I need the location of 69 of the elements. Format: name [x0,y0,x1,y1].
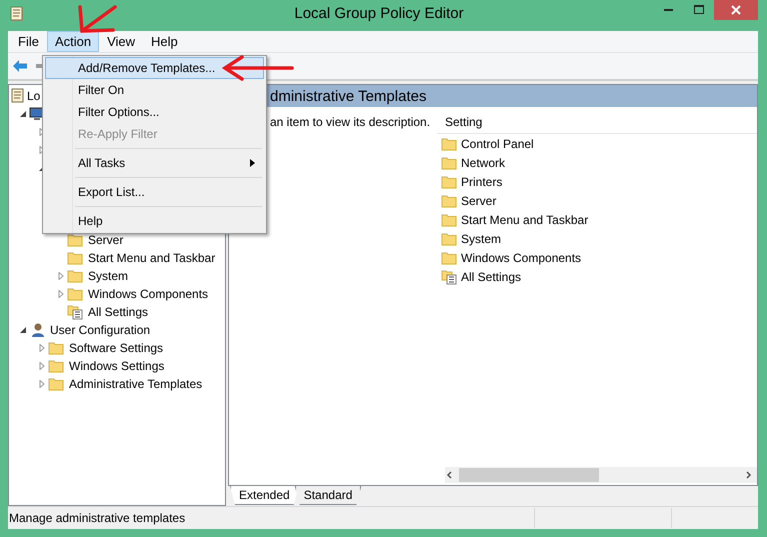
close-icon [731,5,741,15]
tree-item[interactable]: Server [83,233,124,247]
expand-icon[interactable] [38,344,46,352]
folder-icon [441,250,457,264]
settings-list-icon [67,304,83,320]
menu-item[interactable]: View [99,31,144,52]
list-item[interactable]: Network [461,156,506,170]
folder-icon [441,156,457,170]
folder-icon [441,194,457,208]
tree-item[interactable]: Administrative Templates [64,377,202,391]
status-text: Manage administrative templates [8,511,186,525]
column-header[interactable]: Setting [437,111,757,134]
settings-list-icon [441,268,457,284]
tree-item[interactable]: Lo [25,89,40,103]
list-item[interactable]: Windows Components [461,250,582,264]
back-arrow-icon[interactable] [12,59,28,73]
list-item[interactable]: Control Panel [461,136,534,150]
annotation-arrow [222,55,294,81]
section-title: dministrative Templates [270,88,426,104]
folder-icon [67,269,83,283]
folder-icon [441,212,457,226]
menu-item[interactable]: File [10,31,47,52]
folder-icon [48,359,64,373]
tree-item[interactable]: User Configuration [45,323,150,337]
description-text: an item to view its description. [270,115,430,129]
expand-icon[interactable] [38,380,46,388]
menu-option[interactable]: Export List... [45,181,264,203]
minimize-icon [664,8,674,12]
tree-item[interactable]: All Settings [83,305,148,319]
tree-item[interactable]: System [83,269,128,283]
annotation-arrow [76,4,118,34]
menu-option[interactable]: Filter On [45,79,264,101]
folder-icon [48,341,64,355]
list-item[interactable]: System [461,232,502,246]
list-item[interactable]: Start Menu and Taskbar [461,212,588,226]
folder-icon [441,136,457,150]
view-tab[interactable]: Extended [230,486,299,505]
menu-item[interactable]: Help [143,31,186,52]
submenu-arrow-icon [250,159,255,167]
window-title: Local Group Policy Editor [294,5,464,22]
menu-option[interactable]: All Tasks [45,152,264,174]
menu-item[interactable]: Action [46,31,100,52]
maximize-icon [694,5,704,15]
list-item[interactable]: All Settings [461,270,522,284]
list-item[interactable]: Printers [461,174,502,188]
menu-option[interactable]: Help [45,210,264,232]
horizontal-scrollbar[interactable] [445,467,757,483]
folder-icon [67,251,83,265]
folder-icon [48,377,64,391]
scroll-icon [8,6,24,22]
tree-item[interactable]: Start Menu and Taskbar [83,251,216,265]
folder-icon [441,174,457,188]
expand-icon[interactable] [38,362,46,370]
list-item[interactable]: Server [461,194,496,208]
collapse-icon[interactable] [19,110,27,118]
tree-item[interactable]: Windows Components [83,287,208,301]
menu-option[interactable]: Filter Options... [45,101,264,123]
expand-icon[interactable] [57,290,65,298]
view-tab[interactable]: Standard [294,486,362,505]
close-button[interactable] [714,0,758,20]
user-icon [29,322,45,338]
tree-item[interactable]: Windows Settings [64,359,164,373]
collapse-icon[interactable] [19,326,27,334]
expand-icon[interactable] [57,272,65,280]
folder-icon [441,232,457,246]
folder-icon [67,287,83,301]
scroll-icon [9,88,25,104]
tree-item[interactable]: Software Settings [64,341,164,355]
menu-option[interactable]: Add/Remove Templates... [45,57,264,79]
